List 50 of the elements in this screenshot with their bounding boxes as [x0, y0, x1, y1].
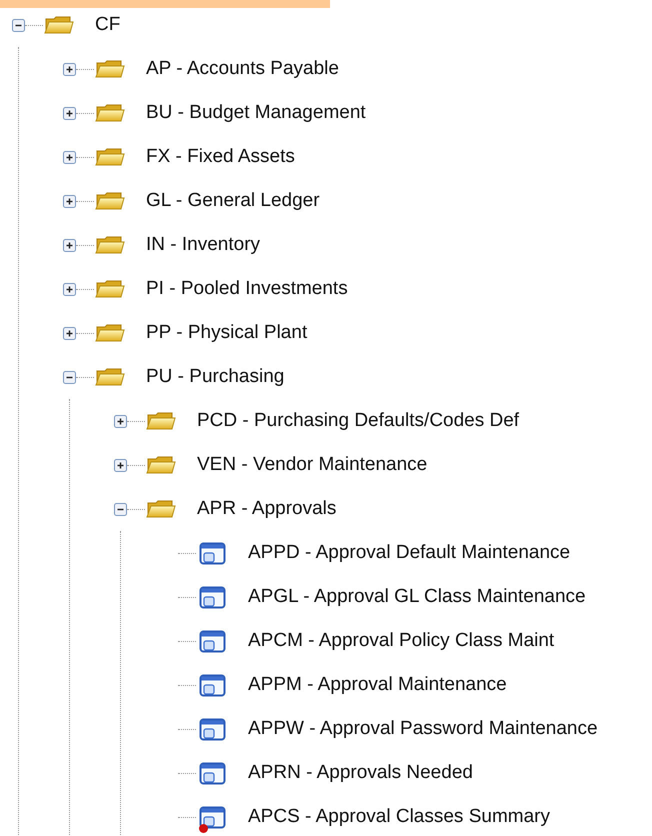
- tree-item[interactable]: FX - Fixed Assets: [146, 146, 295, 168]
- tree-item[interactable]: APCM - Approval Policy Class Maint: [248, 630, 554, 652]
- window-icon: [199, 804, 227, 830]
- folder-icon: [44, 14, 74, 36]
- folder-icon: [95, 146, 125, 168]
- tree-item[interactable]: APCS - Approval Classes Summary: [248, 806, 550, 828]
- tree-item[interactable]: APGL - Approval GL Class Maintenance: [248, 586, 586, 608]
- tree-item[interactable]: APPD - Approval Default Maintenance: [248, 542, 570, 564]
- window-icon: [199, 540, 227, 566]
- window-icon: [199, 672, 227, 698]
- expand-button[interactable]: [114, 458, 127, 472]
- folder-icon: [95, 102, 125, 124]
- collapse-button[interactable]: [114, 502, 127, 516]
- expand-button[interactable]: [114, 414, 127, 428]
- expand-button[interactable]: [63, 282, 76, 296]
- window-icon: [199, 760, 227, 786]
- tree-item[interactable]: APR - Approvals: [197, 498, 336, 520]
- tree-item[interactable]: AP - Accounts Payable: [146, 58, 339, 80]
- folder-icon: [146, 498, 176, 520]
- collapse-button[interactable]: [12, 18, 25, 32]
- tree-item[interactable]: PU - Purchasing: [146, 366, 284, 388]
- expand-button[interactable]: [63, 238, 76, 252]
- tree-item[interactable]: IN - Inventory: [146, 234, 260, 256]
- expand-button[interactable]: [63, 326, 76, 340]
- collapse-button[interactable]: [63, 370, 76, 384]
- tree-item[interactable]: PCD - Purchasing Defaults/Codes Def: [197, 410, 520, 432]
- folder-icon: [95, 322, 125, 344]
- tree-item[interactable]: GL - General Ledger: [146, 190, 320, 212]
- tree-item[interactable]: CF: [95, 14, 120, 36]
- window-icon: [199, 716, 227, 742]
- tree-item[interactable]: PP - Physical Plant: [146, 322, 308, 344]
- folder-icon: [95, 278, 125, 300]
- folder-icon: [95, 58, 125, 80]
- tree-item[interactable]: APPM - Approval Maintenance: [248, 674, 507, 696]
- tree-item[interactable]: VEN - Vendor Maintenance: [197, 454, 428, 476]
- folder-icon: [146, 410, 176, 432]
- tree-item[interactable]: PI - Pooled Investments: [146, 278, 348, 300]
- tree-item[interactable]: BU - Budget Management: [146, 102, 366, 124]
- folder-icon: [95, 190, 125, 212]
- expand-button[interactable]: [63, 62, 76, 76]
- window-icon: [199, 628, 227, 654]
- expand-button[interactable]: [63, 150, 76, 164]
- window-icon: [199, 584, 227, 610]
- folder-icon: [95, 234, 125, 256]
- expand-button[interactable]: [63, 106, 76, 120]
- tree-item[interactable]: APPW - Approval Password Maintenance: [248, 718, 598, 740]
- tree-item[interactable]: APRN - Approvals Needed: [248, 762, 473, 784]
- expand-button[interactable]: [63, 194, 76, 208]
- folder-icon: [146, 454, 176, 476]
- folder-icon: [95, 366, 125, 388]
